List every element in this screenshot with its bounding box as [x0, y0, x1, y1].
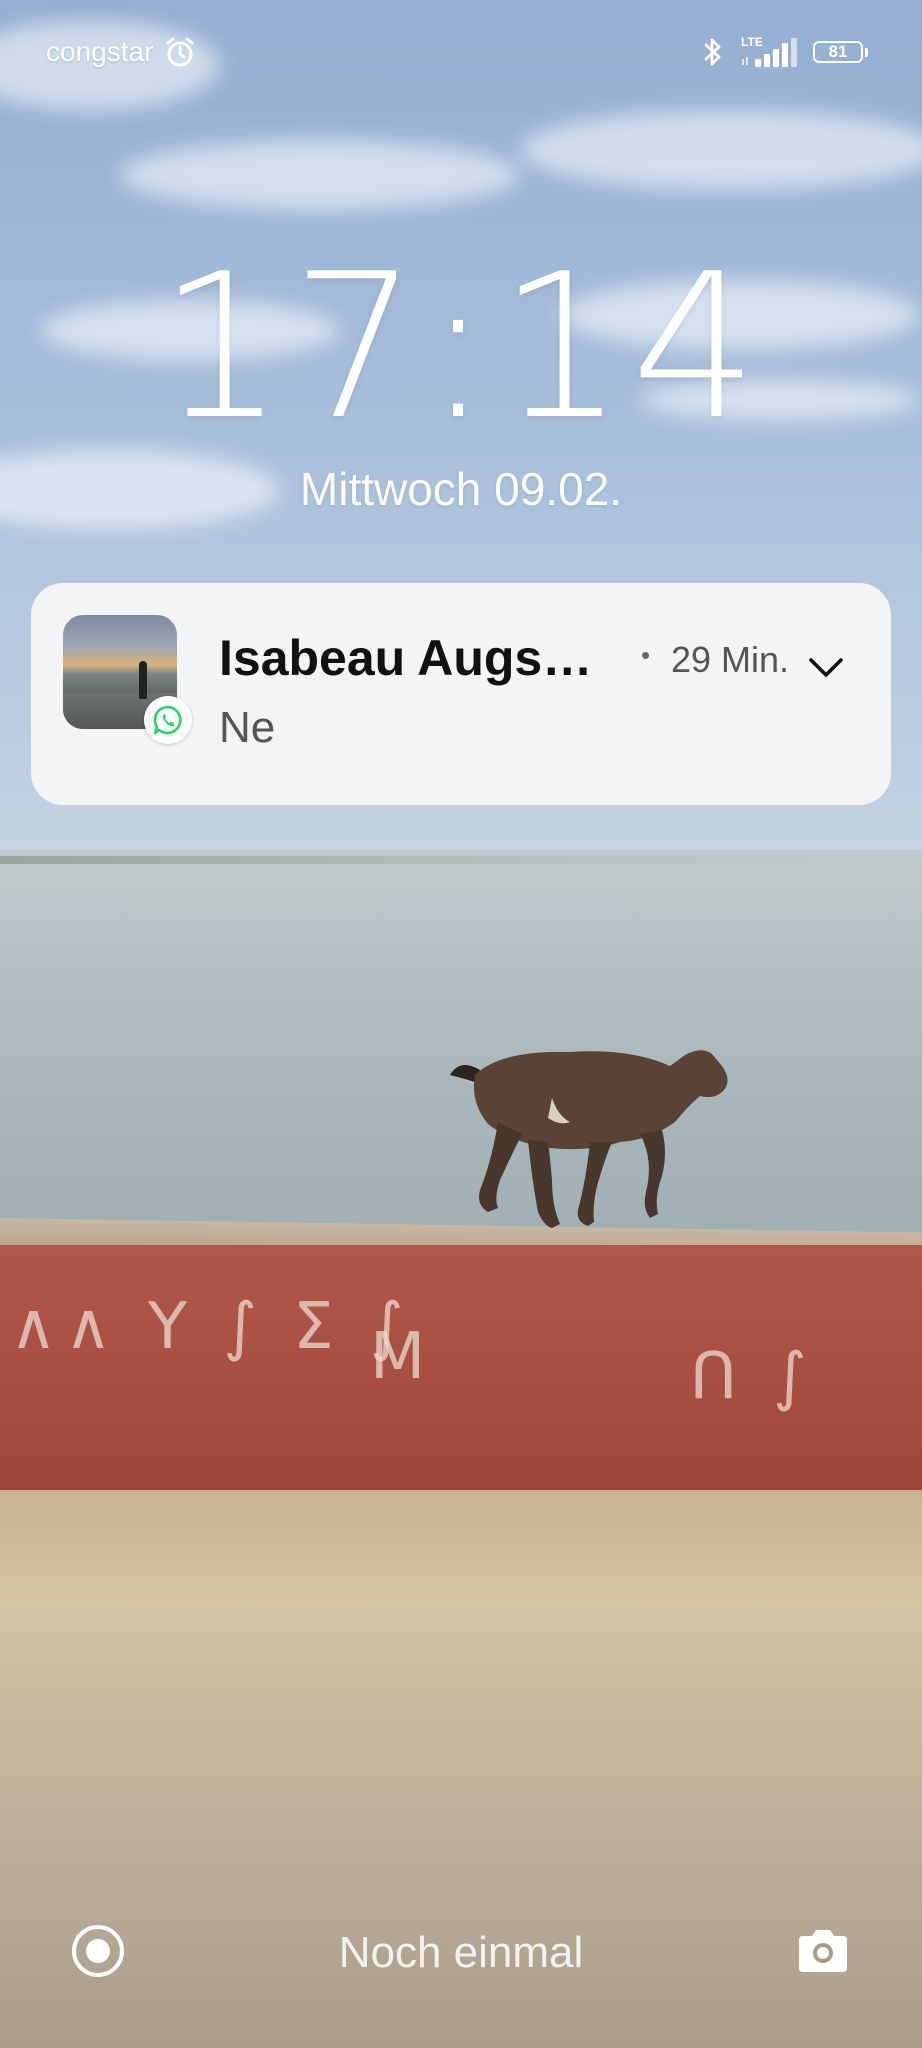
notification-card[interactable]: Isabeau Augs… • 29 Min. Ne: [31, 583, 891, 805]
wall-graffiti: M: [370, 1320, 434, 1394]
signal-icon: LTE: [741, 35, 797, 69]
wall-graffiti: ᑎ ∫: [690, 1340, 815, 1414]
lock-screen-bottom-bar: Noch einmal: [0, 1920, 922, 1982]
battery-level: 81: [828, 42, 848, 61]
goat-figure: [450, 1050, 728, 1228]
status-bar: congstar LTE 81: [46, 30, 868, 74]
wall-graffiti: ∧∧ Y ∫ Σ ∫: [10, 1290, 412, 1364]
whatsapp-icon: [144, 696, 192, 744]
camera-icon[interactable]: [795, 1926, 851, 1976]
notification-message: Ne: [219, 703, 276, 752]
lock-screen-date: Mittwoch 09.02.: [299, 463, 623, 515]
chevron-down-icon[interactable]: [801, 643, 851, 693]
notification-time: 29 Min.: [671, 639, 790, 680]
notification-sender: Isabeau Augs…: [219, 630, 593, 686]
lock-screen-clock: 17:14: [157, 231, 765, 464]
alarm-icon: [166, 37, 194, 67]
carrier-name: congstar: [46, 36, 154, 67]
separator-dot: •: [641, 640, 651, 670]
battery-icon: 81: [813, 41, 868, 63]
unlock-hint: Noch einmal: [338, 1928, 584, 1977]
bluetooth-icon: [704, 38, 721, 66]
